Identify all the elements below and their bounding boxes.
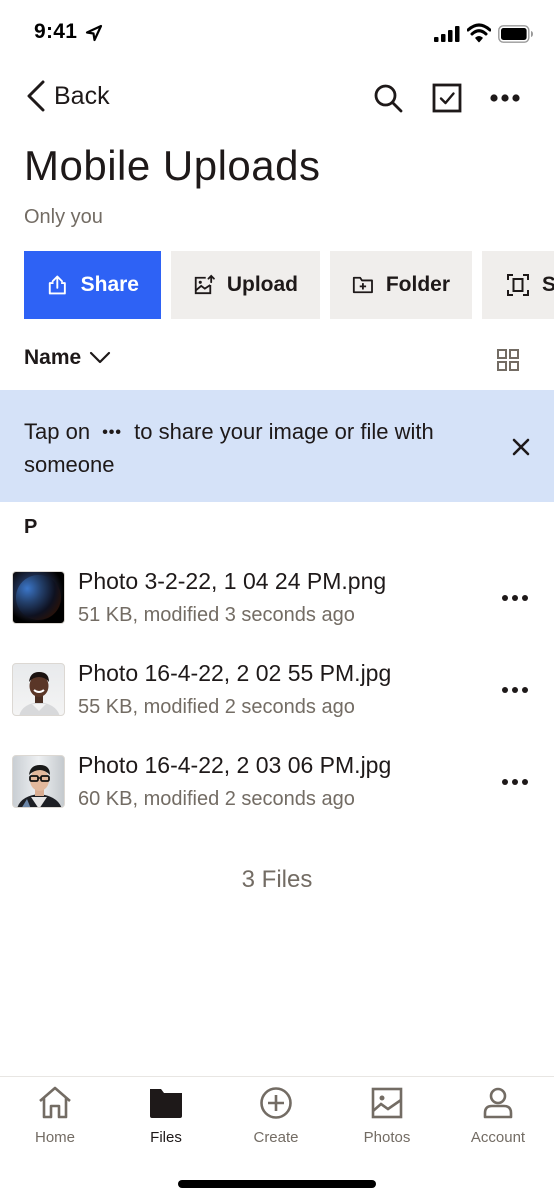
grid-view-icon[interactable] [496, 348, 520, 372]
plus-circle-icon [260, 1087, 292, 1119]
more-horizontal-icon[interactable] [500, 588, 530, 608]
tab-files[interactable]: Files [116, 1085, 216, 1146]
action-buttons-row: Share Upload Folder S [24, 251, 554, 319]
tab-label: Photos [363, 1129, 411, 1146]
section-header: P [24, 516, 38, 538]
upload-button[interactable]: Upload [171, 251, 320, 319]
upload-image-icon [194, 274, 215, 295]
more-horizontal-icon[interactable] [500, 680, 530, 700]
file-name: Photo 3-2-22, 1 04 24 PM.png [78, 568, 387, 594]
tab-label: Account [470, 1129, 526, 1146]
file-thumbnail [12, 663, 65, 716]
chevron-down-icon [90, 351, 111, 364]
home-indicator [178, 1180, 376, 1188]
file-row[interactable]: Photo 3-2-22, 1 04 24 PM.png 51 KB, modi… [0, 552, 554, 644]
file-meta: 55 KB, modified 2 seconds ago [78, 696, 355, 718]
tab-photos[interactable]: Photos [337, 1085, 437, 1146]
cellular-signal-icon [434, 26, 460, 42]
file-name: Photo 16-4-22, 2 02 55 PM.jpg [78, 660, 392, 686]
sort-by-name-button[interactable]: Name [24, 346, 111, 370]
location-arrow-icon [85, 24, 103, 42]
file-meta: 51 KB, modified 3 seconds ago [78, 604, 355, 626]
tab-home[interactable]: Home [5, 1085, 105, 1146]
file-count: 3 Files [241, 866, 313, 893]
navigation-bar: Back [0, 72, 554, 122]
scan-button[interactable]: S [482, 251, 554, 319]
tab-label: Files [150, 1129, 182, 1146]
file-list: Photo 3-2-22, 1 04 24 PM.png 51 KB, modi… [0, 552, 554, 828]
tab-create[interactable]: Create [226, 1085, 326, 1146]
share-button[interactable]: Share [24, 251, 161, 319]
banner-text-before: Tap on [24, 419, 91, 444]
create-folder-button[interactable]: Folder [330, 251, 472, 319]
banner-text: Tap on ••• to share your image or file w… [24, 416, 464, 481]
file-row[interactable]: Photo 16-4-22, 2 02 55 PM.jpg 55 KB, mod… [0, 644, 554, 736]
status-bar: 9:41 [0, 0, 554, 68]
share-icon [48, 275, 66, 295]
folder-icon [150, 1089, 182, 1118]
more-horizontal-icon[interactable] [489, 82, 521, 114]
back-button[interactable]: Back [26, 80, 110, 112]
sort-label: Name [24, 346, 82, 369]
file-thumbnail [12, 755, 65, 808]
battery-icon [498, 25, 533, 43]
portrait-image [19, 672, 60, 715]
search-icon[interactable] [372, 82, 404, 114]
tab-label: Home [34, 1129, 75, 1146]
file-thumbnail [12, 571, 65, 624]
back-label: Back [54, 81, 110, 110]
new-folder-icon [352, 276, 373, 294]
home-icon [39, 1086, 71, 1119]
chevron-left-icon [27, 80, 45, 112]
share-label: Share [80, 273, 139, 296]
more-horizontal-icon[interactable] [500, 772, 530, 792]
upload-label: Upload [226, 273, 298, 296]
share-tip-banner: Tap on ••• to share your image or file w… [0, 390, 554, 502]
file-name: Photo 16-4-22, 2 03 06 PM.jpg [78, 752, 392, 778]
sharing-subtitle: Only you [24, 206, 103, 228]
scan-icon [507, 274, 529, 296]
close-icon[interactable] [510, 436, 532, 458]
tab-label: Create [253, 1129, 299, 1146]
file-meta: 60 KB, modified 2 seconds ago [78, 788, 355, 810]
sort-row: Name [0, 340, 554, 388]
status-time: 9:41 [34, 20, 78, 43]
page-title: Mobile Uploads [24, 142, 321, 189]
wifi-icon [467, 23, 491, 43]
photos-icon [371, 1087, 403, 1119]
account-icon [483, 1087, 513, 1119]
file-row[interactable]: Photo 16-4-22, 2 03 06 PM.jpg 60 KB, mod… [0, 736, 554, 828]
portrait-image [17, 765, 62, 807]
select-checkbox-icon[interactable] [431, 82, 463, 114]
more-dots-icon: ••• [102, 424, 122, 441]
tab-account[interactable]: Account [448, 1085, 548, 1146]
scan-label: S [542, 273, 554, 296]
folder-label: Folder [385, 273, 450, 296]
